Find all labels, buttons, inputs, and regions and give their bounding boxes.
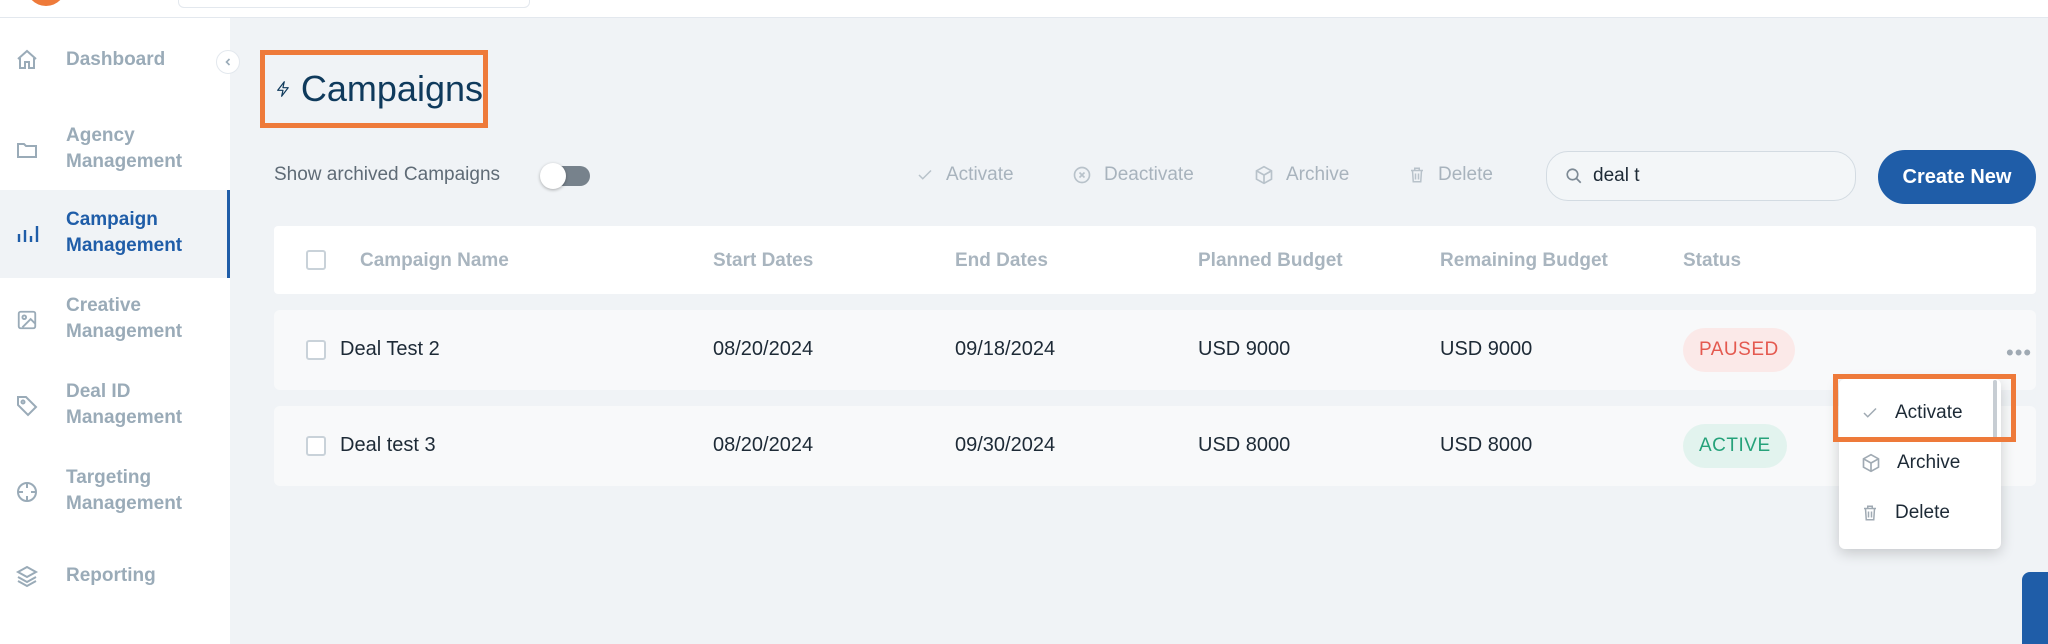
remaining-budget: USD 9000 xyxy=(1440,338,1533,360)
logo xyxy=(26,0,66,6)
more-options-icon[interactable]: ••• xyxy=(2006,340,2032,366)
trash-icon xyxy=(1864,505,1876,521)
bulk-archive-button[interactable]: Archive xyxy=(1254,164,1349,186)
sidebar-item-agency-management[interactable]: Agency Management xyxy=(0,118,230,182)
campaign-search-input[interactable]: deal t xyxy=(1546,151,1856,201)
bulk-archive-label: Archive xyxy=(1286,164,1350,185)
sidebar: Dashboard Agency Management Campaign Man… xyxy=(0,18,230,644)
sidebar-item-label: Reporting xyxy=(66,565,156,586)
layers-icon xyxy=(14,563,40,589)
bulk-activate-button[interactable]: Activate xyxy=(916,164,1014,186)
page-title-highlight: Campaigns xyxy=(260,50,488,128)
bar-chart-icon xyxy=(14,221,40,247)
sidebar-item-targeting-management[interactable]: Targeting Management xyxy=(0,460,230,524)
page-title: Campaigns xyxy=(300,68,483,109)
show-archived-toggle[interactable] xyxy=(540,163,590,189)
planned-budget: USD 9000 xyxy=(1198,338,1291,360)
bulk-delete-label: Delete xyxy=(1438,164,1493,185)
bulk-deactivate-label: Deactivate xyxy=(1104,164,1194,185)
table-header: Campaign Name Start Dates End Dates Plan… xyxy=(274,226,2036,294)
sidebar-item-label: Campaign Management xyxy=(66,209,183,256)
end-date: 09/30/2024 xyxy=(955,434,1056,456)
column-header[interactable]: End Dates xyxy=(955,250,1048,272)
table-row[interactable]: Deal Test 2 08/20/2024 09/18/2024 USD 90… xyxy=(274,310,2036,390)
bulk-delete-button[interactable]: Delete xyxy=(1408,164,1493,186)
image-icon xyxy=(14,307,40,333)
sidebar-item-label: Creative Management xyxy=(66,295,183,342)
lightning-icon xyxy=(277,81,289,97)
menu-item-label: Archive xyxy=(1897,452,1961,473)
column-header[interactable]: Status xyxy=(1683,250,1741,272)
sidebar-item-deal-id-management[interactable]: Deal ID Management xyxy=(0,374,230,438)
toolbar: Show archived Campaigns Activate Deactiv… xyxy=(230,148,2048,208)
box-icon xyxy=(1862,453,1880,473)
sidebar-item-campaign-management[interactable]: Campaign Management xyxy=(0,190,230,278)
campaign-name[interactable]: Deal test 3 xyxy=(340,434,436,457)
status-badge: PAUSED xyxy=(1683,328,1795,372)
sidebar-item-label: Agency Management xyxy=(66,125,183,172)
start-date: 08/20/2024 xyxy=(713,434,814,456)
tag-icon xyxy=(14,393,40,419)
campaign-name[interactable]: Deal Test 2 xyxy=(340,338,440,361)
show-archived-label: Show archived Campaigns xyxy=(274,164,501,185)
top-bar xyxy=(0,0,2048,18)
start-date: 08/20/2024 xyxy=(713,338,814,360)
menu-item-archive[interactable]: Archive xyxy=(1839,439,2001,487)
status-badge: ACTIVE xyxy=(1683,424,1787,468)
column-header[interactable]: Remaining Budget xyxy=(1440,250,1608,272)
crosshair-icon xyxy=(14,479,40,505)
remaining-budget: USD 8000 xyxy=(1440,434,1533,456)
column-header[interactable]: Start Dates xyxy=(713,250,813,272)
planned-budget: USD 8000 xyxy=(1198,434,1291,456)
home-icon xyxy=(14,47,40,73)
bulk-deactivate-button[interactable]: Deactivate xyxy=(1072,164,1194,186)
sidebar-item-label: Targeting Management xyxy=(66,467,183,514)
table-row[interactable]: Deal test 3 08/20/2024 09/30/2024 USD 80… xyxy=(274,406,2036,486)
column-header[interactable]: Planned Budget xyxy=(1198,250,1343,272)
help-widget-button[interactable] xyxy=(2022,572,2048,644)
search-icon xyxy=(1566,168,1582,184)
column-header[interactable]: Campaign Name xyxy=(360,250,509,272)
sidebar-item-label: Deal ID Management xyxy=(66,381,183,428)
trash-icon xyxy=(1411,167,1423,183)
activate-highlight xyxy=(1833,374,2016,442)
menu-item-label: Delete xyxy=(1895,502,1950,523)
box-icon xyxy=(1255,165,1273,185)
chevron-left-icon xyxy=(225,58,231,66)
end-date: 09/18/2024 xyxy=(955,338,1056,360)
sidebar-item-label: Dashboard xyxy=(66,49,166,70)
row-checkbox[interactable] xyxy=(306,340,326,360)
select-all-checkbox[interactable] xyxy=(306,250,326,270)
sidebar-item-creative-management[interactable]: Creative Management xyxy=(0,288,230,352)
x-circle-icon xyxy=(1073,166,1091,184)
folder-icon xyxy=(14,137,40,163)
search-value: deal t xyxy=(1593,165,1640,186)
sidebar-item-dashboard[interactable]: Dashboard xyxy=(0,42,230,78)
check-icon xyxy=(918,169,932,180)
bulk-activate-label: Activate xyxy=(946,164,1014,185)
menu-item-delete[interactable]: Delete xyxy=(1839,489,2001,537)
main-content: Campaigns Show archived Campaigns Activa… xyxy=(230,18,2048,644)
sidebar-item-reporting[interactable]: Reporting xyxy=(0,558,230,594)
global-search-input[interactable] xyxy=(178,0,530,8)
sidebar-collapse-button[interactable] xyxy=(216,50,240,74)
row-checkbox[interactable] xyxy=(306,436,326,456)
create-new-button[interactable]: Create New xyxy=(1878,150,2036,204)
